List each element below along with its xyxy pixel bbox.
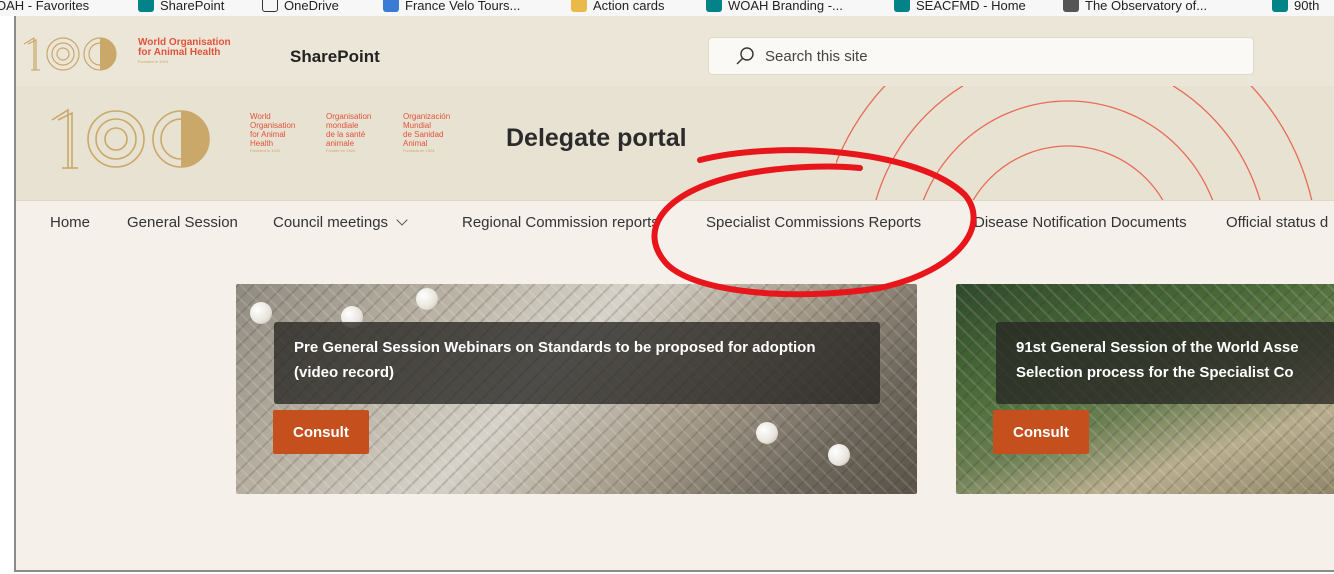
org-name-line: Health — [250, 139, 274, 148]
org-name-line: World — [250, 112, 271, 121]
favorites-bar: OAH - Favorites SharePoint OneDrive Fran… — [0, 0, 1334, 16]
card-title-line: 91st General Session of the World Asse — [1016, 339, 1299, 356]
favorite-label: SharePoint — [160, 0, 225, 13]
net-float — [250, 302, 272, 324]
favorite-label: SEACFMD - Home — [916, 0, 1026, 13]
nav-council-meetings[interactable]: Council meetings — [273, 214, 408, 231]
org-name-fr: Organisation mondiale de la santé animal… — [326, 112, 371, 154]
favorite-label: 90th — [1294, 0, 1320, 13]
card-title[interactable]: 91st General Session of the World Asse S… — [996, 322, 1334, 404]
consult-button[interactable]: Consult — [273, 410, 369, 454]
browser-page: World Organisation for Animal Health Fou… — [14, 16, 1334, 572]
favorite-onedrive[interactable]: OneDrive — [262, 0, 339, 15]
nav-home[interactable]: Home — [50, 214, 90, 231]
org-name-line: Organisation — [326, 112, 372, 121]
card-title-line: Selection process for the Specialist Co — [1016, 364, 1294, 381]
org-name-line: Mundial — [403, 121, 432, 130]
org-name-line: Organisation — [250, 121, 296, 130]
woah-100-logo-small[interactable] — [20, 34, 130, 74]
website-icon — [1063, 0, 1079, 12]
search-input[interactable]: Search this site — [765, 48, 868, 65]
favorite-label: The Observatory of... — [1085, 0, 1208, 13]
favorite-observatory[interactable]: The Observatory of... — [1063, 0, 1207, 15]
favorite-sharepoint[interactable]: SharePoint — [138, 0, 224, 15]
favorite-label: OneDrive — [284, 0, 339, 13]
onedrive-icon — [262, 0, 278, 12]
search-icon — [735, 46, 755, 66]
nav-specialist-commissions-reports[interactable]: Specialist Commissions Reports — [706, 214, 921, 231]
org-name-small: World Organisation for Animal Health Fou… — [138, 38, 231, 64]
org-name-line: for Animal Health — [138, 47, 221, 58]
chevron-down-icon — [396, 214, 408, 226]
founded-text: Founded in 1924 — [250, 148, 281, 153]
favorite-france-velo[interactable]: France Velo Tours... — [383, 0, 520, 15]
centenary-logo-icon — [23, 36, 117, 71]
decorative-arcs — [836, 86, 1313, 200]
sharepoint-icon — [1272, 0, 1288, 12]
website-icon — [383, 0, 399, 12]
org-name-line: for Animal — [250, 130, 286, 139]
news-card[interactable]: 91st General Session of the World Asse S… — [956, 284, 1334, 494]
news-card[interactable]: Pre General Session Webinars on Standard… — [236, 284, 917, 494]
favorite-woah-branding[interactable]: WOAH Branding -... — [706, 0, 843, 15]
favorite-seacfmd[interactable]: SEACFMD - Home — [894, 0, 1026, 15]
woah-100-logo-large[interactable] — [46, 104, 226, 179]
site-navigation: Home General Session Council meetings Re… — [16, 200, 1334, 248]
sharepoint-icon — [706, 0, 722, 12]
nav-official-status[interactable]: Official status d — [1226, 214, 1328, 231]
search-box[interactable]: Search this site — [708, 37, 1254, 75]
favorite-label: OAH - Favorites — [0, 0, 90, 13]
nav-label: Council meetings — [273, 214, 389, 231]
net-float — [828, 444, 850, 466]
net-float — [756, 422, 778, 444]
org-name-line: Organización — [403, 112, 451, 121]
suite-bar: World Organisation for Animal Health Fou… — [16, 16, 1334, 86]
consult-button[interactable]: Consult — [993, 410, 1089, 454]
app-title[interactable]: SharePoint — [290, 47, 380, 67]
nav-disease-notification-documents[interactable]: Disease Notification Documents — [974, 214, 1187, 231]
nav-regional-commission-reports[interactable]: Regional Commission reports — [462, 214, 659, 231]
org-name-line: de la santé — [326, 130, 366, 139]
site-header: World Organisation for Animal Health Fou… — [16, 86, 1334, 200]
favorite-90th[interactable]: 90th — [1272, 0, 1319, 15]
sharepoint-icon — [138, 0, 154, 12]
net-float — [416, 288, 438, 310]
org-name-es: Organización Mundial de Sanidad Animal F… — [403, 112, 450, 154]
founded-text: Fondée en 1924 — [326, 148, 356, 153]
centenary-logo-icon — [51, 108, 210, 169]
card-title[interactable]: Pre General Session Webinars on Standard… — [274, 322, 880, 404]
favorite-label: WOAH Branding -... — [728, 0, 843, 13]
founded-text: Founded in 1924 — [138, 59, 169, 64]
founded-text: Fundada en 1924 — [403, 148, 435, 153]
org-name-line: de Sanidad — [403, 130, 444, 139]
favorite-label: Action cards — [593, 0, 665, 13]
org-name-line: Animal — [403, 139, 428, 148]
org-name-en: World Organisation for Animal Health Fou… — [250, 112, 295, 154]
favorite-label: France Velo Tours... — [405, 0, 521, 13]
site-title[interactable]: Delegate portal — [506, 124, 687, 153]
org-name-line: mondiale — [326, 121, 359, 130]
nav-general-session[interactable]: General Session — [127, 214, 238, 231]
folder-icon — [571, 0, 587, 12]
org-name-line: animale — [326, 139, 355, 148]
sharepoint-icon — [894, 0, 910, 12]
favorite-action-cards[interactable]: Action cards — [571, 0, 665, 15]
favorite-oah[interactable]: OAH - Favorites — [0, 0, 89, 15]
